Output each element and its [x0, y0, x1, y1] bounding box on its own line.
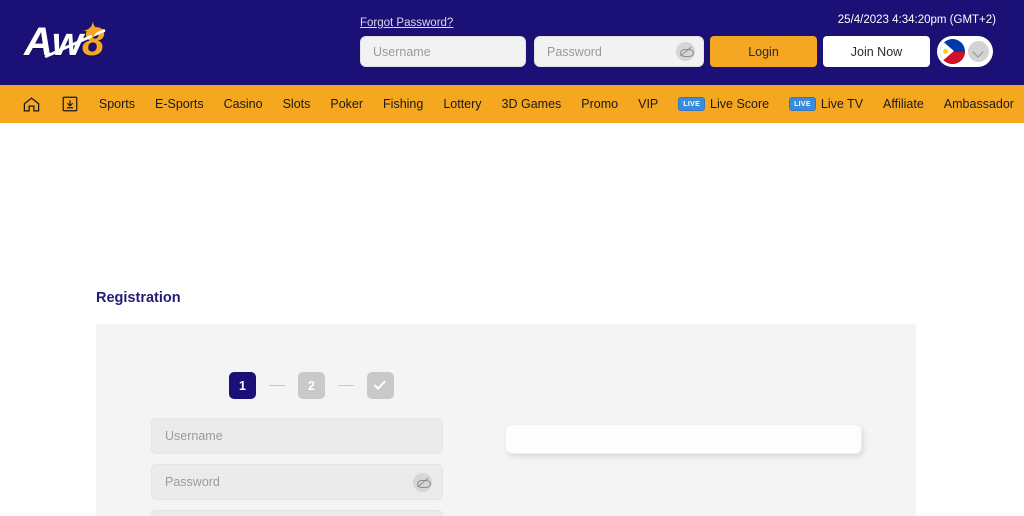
- nav-item-casino[interactable]: Casino: [214, 85, 273, 123]
- nav-item-poker[interactable]: Poker: [320, 85, 373, 123]
- nav-item-3d-games[interactable]: 3D Games: [492, 85, 572, 123]
- login-button[interactable]: Login: [710, 36, 817, 67]
- nav-item-ambassador[interactable]: Ambassador: [934, 85, 1024, 123]
- site-logo[interactable]: ✦ Aw8: [24, 16, 144, 68]
- password-field-wrapper: [151, 464, 443, 500]
- nav-item-slots[interactable]: Slots: [273, 85, 321, 123]
- info-panel: [505, 424, 862, 454]
- username-input[interactable]: [151, 418, 443, 454]
- page-body: Registration 1 2 Affilia: [0, 123, 1024, 516]
- philippines-flag-icon: [940, 39, 965, 64]
- header-username-input[interactable]: [360, 36, 526, 67]
- password-input[interactable]: [151, 464, 443, 500]
- nav-item-promo[interactable]: Promo: [571, 85, 628, 123]
- join-now-button[interactable]: Join Now: [823, 36, 930, 67]
- live-badge: LIVE: [678, 97, 706, 111]
- nav-items-container: Sports E-Sports Casino Slots Poker Fishing Lot…: [89, 85, 1024, 123]
- stepper-step-2[interactable]: 2: [298, 372, 325, 399]
- nav-item-label: Lottery: [443, 97, 482, 111]
- confirm-password-field-wrapper: [151, 510, 443, 516]
- page-title: Registration: [96, 290, 181, 306]
- nav-item-lottery[interactable]: Lottery: [433, 85, 491, 123]
- language-selector[interactable]: [937, 36, 993, 67]
- main-navigation-bar: Sports E-Sports Casino Slots Poker Fishing Lot…: [0, 85, 1024, 123]
- logo-star-icon: ✦: [82, 16, 104, 46]
- stepper-step-3[interactable]: [367, 372, 394, 399]
- stepper-connector-2: [338, 384, 354, 387]
- eye-slash-icon[interactable]: [413, 473, 432, 492]
- nav-item-label: E-Sports: [155, 97, 204, 111]
- nav-item-label: Slots: [282, 97, 311, 111]
- nav-item-e-sports[interactable]: E-Sports: [145, 85, 214, 123]
- stepper-connector-1: [269, 384, 285, 387]
- nav-item-label: VIP: [638, 97, 659, 111]
- confirm-password-input[interactable]: [151, 510, 443, 516]
- nav-item-label: Fishing: [383, 97, 424, 111]
- top-header-bar: ✦ Aw8 Forgot Password? Login Join Now 25…: [0, 0, 1024, 85]
- eye-slash-icon[interactable]: [676, 42, 695, 61]
- forgot-password-link[interactable]: Forgot Password?: [360, 17, 453, 29]
- nav-item-label: Ambassador: [943, 97, 1014, 111]
- nav-item-label: Casino: [223, 97, 263, 111]
- nav-item-vip[interactable]: VIP: [628, 85, 668, 123]
- chevron-down-icon[interactable]: [968, 41, 989, 62]
- download-icon[interactable]: [51, 85, 89, 123]
- registration-card: 1 2 Affiliate/Referral ID: [96, 324, 916, 516]
- nav-item-affiliate[interactable]: Affiliate: [873, 85, 934, 123]
- nav-item-label: Live Score: [710, 97, 770, 111]
- nav-item-fishing[interactable]: Fishing: [373, 85, 433, 123]
- flag-sun: [943, 49, 948, 54]
- stepper-step-1[interactable]: 1: [229, 372, 256, 399]
- nav-item-label: 3D Games: [501, 97, 562, 111]
- registration-form: Affiliate/Referral ID: [151, 418, 443, 516]
- nav-item-label: Sports: [98, 97, 136, 111]
- check-icon: [373, 377, 386, 390]
- live-badge: LIVE: [789, 97, 816, 111]
- nav-item-sports[interactable]: Sports: [89, 85, 145, 123]
- nav-item-label: Live TV: [820, 97, 864, 111]
- registration-stepper: 1 2: [229, 372, 394, 399]
- nav-item-label: Promo: [581, 97, 619, 111]
- nav-item-live-score[interactable]: LIVE Live Score: [668, 85, 779, 123]
- home-icon[interactable]: [13, 85, 51, 123]
- nav-item-label: Affiliate: [883, 97, 924, 111]
- nav-item-live-tv[interactable]: LIVE Live TV: [779, 85, 873, 123]
- server-datetime: 25/4/2023 4:34:20pm (GMT+2): [837, 14, 996, 26]
- username-field-wrapper: [151, 418, 443, 454]
- nav-item-label: Poker: [330, 97, 364, 111]
